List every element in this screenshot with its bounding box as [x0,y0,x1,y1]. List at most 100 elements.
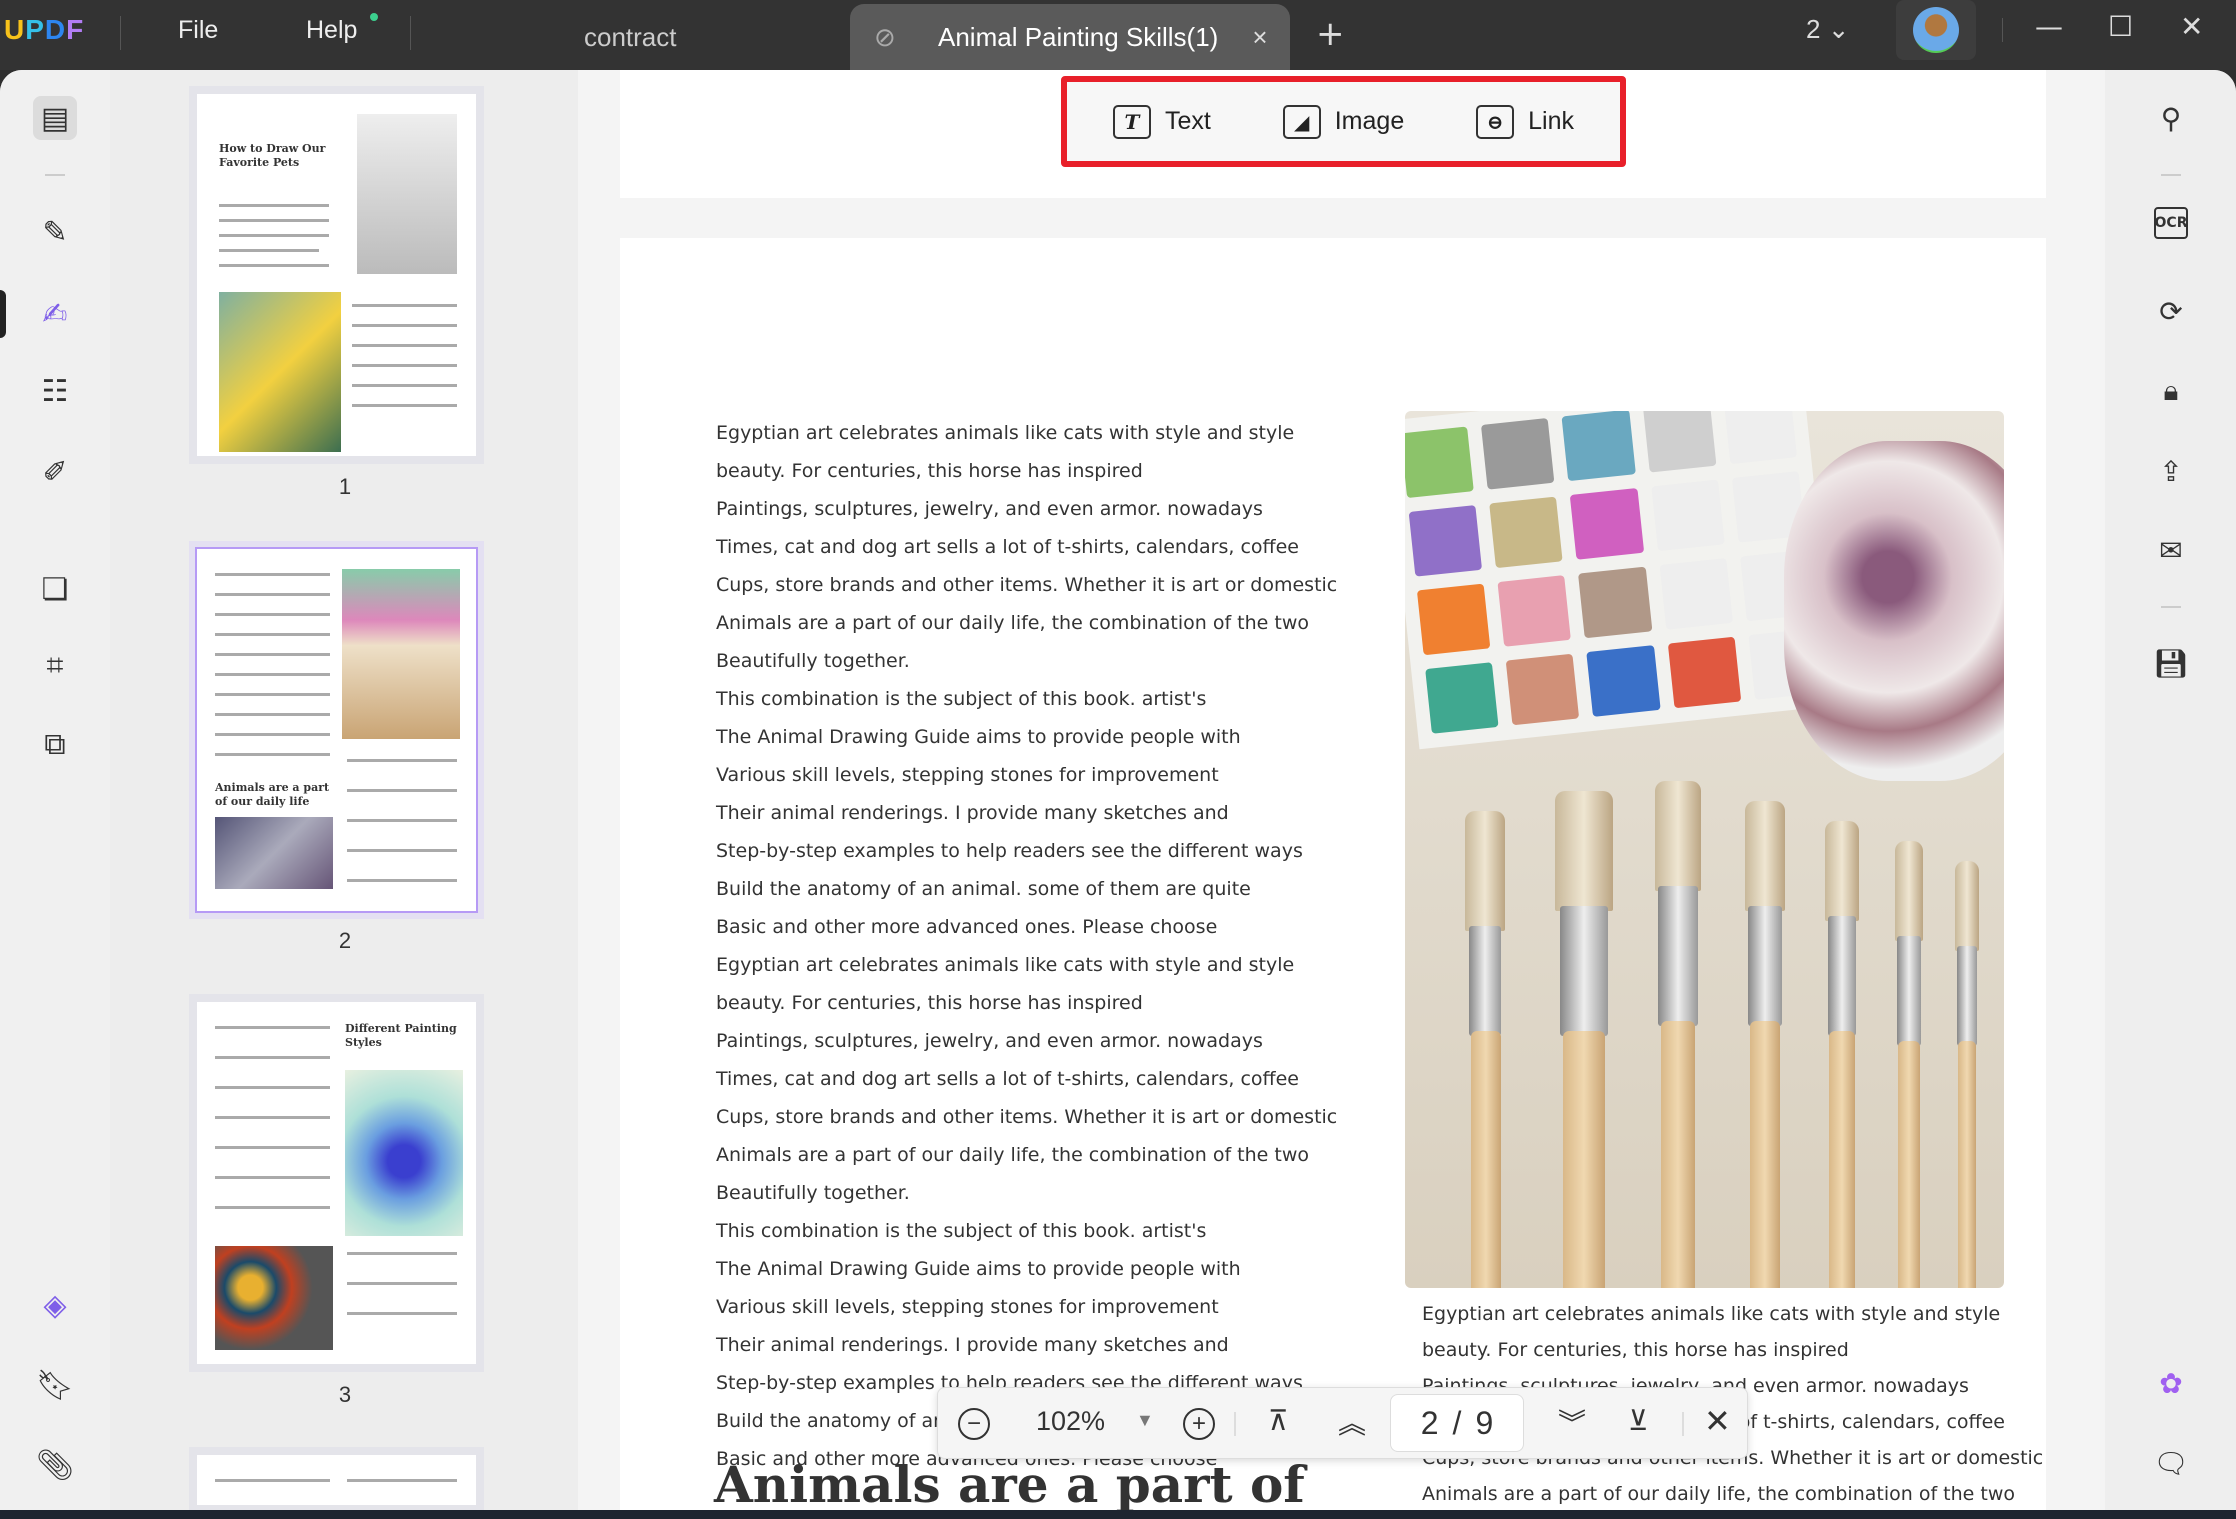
page-thumbnail-2[interactable]: Animals are a part of our daily life [197,549,476,911]
text-line[interactable]: Various skill levels, stepping stones fo… [716,1288,1337,1326]
text-line[interactable]: Build the anatomy of an animal. some of … [716,870,1337,908]
zoom-out-button[interactable]: − [958,1408,990,1440]
text-line[interactable]: Animals are a part of our daily life, th… [1422,1476,2043,1510]
text-line[interactable]: Paintings, sculptures, jewelry, and even… [716,490,1337,528]
comment-icon[interactable]: 🗨︎ [2149,1441,2193,1485]
thumbnail-number: 2 [338,928,352,953]
convert-icon[interactable]: ⟳ [2149,289,2193,333]
link-icon: ⊖ [1476,104,1515,139]
previous-page-icon[interactable]: ︽ [1338,1402,1366,1442]
page-thumbnail-4[interactable] [197,1455,476,1505]
text-line[interactable]: Times, cat and dog art sells a lot of t-… [716,1060,1337,1098]
tab-contract[interactable]: contract [584,4,677,70]
add-link-label: Link [1528,107,1575,135]
text-line[interactable]: This combination is the subject of this … [716,680,1337,718]
window-page-select[interactable]: 2 ⌄ [1806,14,1850,45]
add-text-button[interactable]: T Text [1112,104,1211,139]
share-icon[interactable]: ⇪ [2149,449,2193,493]
total-pages: 9 [1475,1404,1494,1441]
menu-file[interactable]: File [178,16,218,45]
document-view: Egyptian art celebrates animals like cat… [578,70,2105,1510]
thumbnail-title: How to Draw Our Favorite Pets [219,142,326,169]
close-tab-icon[interactable]: × [1252,22,1267,53]
close-window-button[interactable]: ✕ [2180,10,2203,43]
text-line[interactable]: Step-by-step examples to help readers se… [716,832,1337,870]
text-line[interactable]: beauty. For centuries, this horse has in… [716,984,1337,1022]
last-page-icon[interactable]: ⊻ [1628,1404,1649,1437]
user-avatar[interactable] [1896,0,1976,60]
page-number-input[interactable]: 2 / 9 [1390,1394,1524,1452]
text-line[interactable]: Times, cat and dog art sells a lot of t-… [716,528,1337,566]
text-line[interactable]: Paintings, sculptures, jewelry, and even… [716,1022,1337,1060]
ai-assistant-icon[interactable]: ✿ [2149,1361,2193,1405]
menu-help[interactable]: Help [306,16,357,45]
maximize-button[interactable]: ☐ [2108,10,2133,43]
updf-logo[interactable]: UPDF [4,14,84,46]
page-separator: / [1452,1404,1462,1441]
text-line[interactable]: Egyptian art celebrates animals like cat… [1422,1296,2043,1332]
add-image-button[interactable]: ◢ Image [1282,104,1405,139]
zoom-in-button[interactable]: + [1183,1408,1215,1440]
edit-pdf-icon[interactable]: ✍ [33,292,77,336]
tab-label: contract [584,21,677,52]
text-column-left[interactable]: Egyptian art celebrates animals like cat… [716,414,1337,1478]
thumbnail-number: 1 [338,474,352,499]
zoom-level[interactable]: 102% [1036,1406,1105,1437]
zoom-dropdown-icon[interactable]: ▼ [1136,1410,1154,1431]
search-icon[interactable]: ⚲ [2149,96,2193,140]
text-line[interactable]: This combination is the subject of this … [716,1212,1337,1250]
text-line[interactable]: Egyptian art celebrates animals like cat… [716,946,1337,984]
ocr-icon[interactable]: OCR [2154,207,2188,239]
text-line[interactable]: Beautifully together. [716,1174,1337,1212]
thumbnail-title: Animals are a part of our daily life [215,781,330,808]
text-line[interactable]: Animals are a part of our daily life, th… [716,1136,1337,1174]
text-line[interactable]: Animals are a part of our daily life, th… [716,604,1337,642]
text-line[interactable]: beauty. For centuries, this horse has in… [1422,1332,2043,1368]
organize-pages-icon[interactable]: ❏ [33,567,77,611]
form-icon[interactable]: ☷ [33,369,77,413]
notification-dot [370,13,378,21]
crop-icon[interactable]: ⌗ [33,643,77,687]
text-line[interactable]: Their animal renderings. I provide many … [716,794,1337,832]
taskbar-edge [0,1510,2236,1519]
left-toolbar: ▤ ✎ ✍ ☷ ✐ ❏ ⌗ ⧉ ◈ 🔖︎ 📎︎ [0,70,110,1510]
text-line[interactable]: Basic and other more advanced ones. Plea… [716,908,1337,946]
title-bar: UPDF File Help contract ⊘ Animal Paintin… [0,0,2236,70]
attachment-icon[interactable]: 📎︎ [33,1443,77,1487]
add-image-label: Image [1334,107,1405,135]
image-icon: ◢ [1282,104,1321,139]
text-line[interactable]: Beautifully together. [716,642,1337,680]
text-line[interactable]: Various skill levels, stepping stones fo… [716,756,1337,794]
text-line[interactable]: Their animal renderings. I provide many … [716,1326,1337,1364]
thumbnail-panel: How to Draw Our Favorite Pets 1 Animals … [110,70,578,1510]
new-tab-button[interactable]: + [1316,14,1345,54]
text-line[interactable]: Cups, store brands and other items. Whet… [716,1098,1337,1136]
first-page-icon[interactable]: ⊼ [1268,1404,1289,1437]
fill-sign-icon[interactable]: ✐ [33,450,77,494]
protect-icon[interactable]: 🔒︎ [2149,369,2193,413]
next-page-icon[interactable]: ︾ [1558,1402,1586,1442]
page-thumbnail-1[interactable]: How to Draw Our Favorite Pets [197,94,476,456]
page-thumbnail-3[interactable]: Different Painting Styles [197,1002,476,1364]
text-line[interactable]: beauty. For centuries, this horse has in… [716,452,1337,490]
thumbnail-title: Different Painting Styles [345,1022,457,1049]
section-heading[interactable]: Animals are a part of [714,1460,1305,1510]
highlighter-icon[interactable]: ✎ [33,210,77,254]
watermark-icon[interactable]: ⧉ [33,722,77,766]
layers-icon[interactable]: ◈ [33,1283,77,1327]
text-line[interactable]: The Animal Drawing Guide aims to provide… [716,1250,1337,1288]
current-page: 2 [1420,1404,1439,1441]
tab-animal-painting-skills[interactable]: ⊘ Animal Painting Skills(1) × [850,4,1290,70]
bookmark-icon[interactable]: 🔖︎ [33,1363,77,1407]
close-navbar-icon[interactable]: ✕ [1704,1402,1731,1440]
text-line[interactable]: Egyptian art celebrates animals like cat… [716,414,1337,452]
reader-icon[interactable]: ▤ [33,96,77,140]
minimize-button[interactable]: — [2035,10,2063,43]
email-icon[interactable]: ✉ [2149,528,2193,572]
text-line[interactable]: Cups, store brands and other items. Whet… [716,566,1337,604]
text-line[interactable]: The Animal Drawing Guide aims to provide… [716,718,1337,756]
add-link-button[interactable]: ⊖ Link [1476,104,1575,139]
paint-brushes-photo[interactable] [1405,411,2004,1288]
edit-mode-icon: ⊘ [874,21,896,52]
save-icon[interactable]: 💾︎ [2149,641,2193,685]
